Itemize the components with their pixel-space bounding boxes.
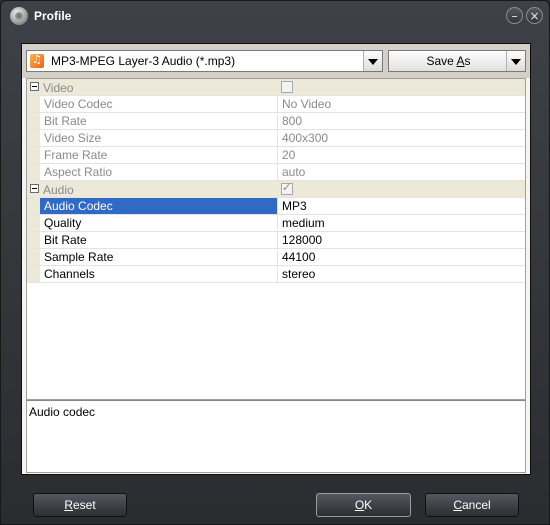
app-logo-icon xyxy=(10,7,28,25)
property-value[interactable]: MP3 xyxy=(278,198,524,214)
profile-panel: MP3-MPEG Layer-3 Audio (*.mp3) Save As V… xyxy=(21,43,531,475)
property-name: Audio Codec xyxy=(40,198,278,214)
property-row[interactable]: Aspect Ratio auto xyxy=(27,164,525,181)
category-video[interactable]: Video xyxy=(27,79,525,96)
property-row[interactable]: Audio Codec MP3 xyxy=(27,198,525,215)
property-row[interactable]: Video Size 400x300 xyxy=(27,130,525,147)
property-value[interactable]: 44100 xyxy=(278,249,524,265)
property-value[interactable]: 20 xyxy=(278,147,524,163)
profile-window: Profile – × MP3-MPEG Layer-3 Audio (*.mp… xyxy=(0,0,550,525)
row-gutter xyxy=(27,113,40,129)
property-name: Bit Rate xyxy=(40,232,278,248)
row-gutter xyxy=(27,215,40,231)
row-gutter xyxy=(27,96,40,112)
profile-toolbar: MP3-MPEG Layer-3 Audio (*.mp3) Save As xyxy=(22,44,530,78)
row-gutter xyxy=(27,164,40,180)
cancel-button[interactable]: Cancel xyxy=(425,493,519,517)
property-value[interactable]: No Video xyxy=(278,96,524,112)
property-name: Video Size xyxy=(40,130,278,146)
property-row[interactable]: Bit Rate 128000 xyxy=(27,232,525,249)
property-value[interactable]: stereo xyxy=(278,266,524,282)
property-name: Aspect Ratio xyxy=(40,164,278,180)
save-as-label: Save As xyxy=(426,54,471,68)
dialog-footer: Reset OK Cancel xyxy=(1,484,549,524)
chevron-down-icon[interactable] xyxy=(363,51,382,71)
property-value[interactable]: 800 xyxy=(278,113,524,129)
property-value[interactable]: auto xyxy=(278,164,524,180)
row-gutter xyxy=(27,266,40,282)
property-value[interactable]: medium xyxy=(278,215,524,231)
category-video-label: Video xyxy=(43,81,74,95)
property-row[interactable]: Bit Rate 800 xyxy=(27,113,525,130)
row-gutter xyxy=(27,249,40,265)
row-gutter xyxy=(27,147,40,163)
music-note-icon xyxy=(30,53,44,68)
reset-button[interactable]: Reset xyxy=(33,493,127,517)
title-bar[interactable]: Profile – × xyxy=(1,1,549,33)
property-row[interactable]: Sample Rate 44100 xyxy=(27,249,525,266)
minimize-button[interactable]: – xyxy=(506,7,523,24)
row-gutter xyxy=(27,130,40,146)
collapse-video-icon[interactable] xyxy=(30,82,39,91)
property-value[interactable]: 400x300 xyxy=(278,130,524,146)
property-row[interactable]: Quality medium xyxy=(27,215,525,232)
description-panel: Audio codec xyxy=(26,400,526,473)
category-audio-label: Audio xyxy=(43,183,74,197)
property-name: Bit Rate xyxy=(40,113,278,129)
row-gutter xyxy=(27,198,40,214)
profile-dropdown[interactable]: MP3-MPEG Layer-3 Audio (*.mp3) xyxy=(26,50,383,72)
window-title: Profile xyxy=(34,9,72,23)
audio-enable-checkbox[interactable] xyxy=(281,181,293,195)
property-row[interactable]: Channels stereo xyxy=(27,266,525,283)
ok-button[interactable]: OK xyxy=(316,493,411,517)
property-row[interactable]: Frame Rate 20 xyxy=(27,147,525,164)
property-name: Sample Rate xyxy=(40,249,278,265)
video-enable-checkbox[interactable] xyxy=(281,81,293,93)
row-gutter xyxy=(27,232,40,248)
description-text: Audio codec xyxy=(29,405,96,419)
property-row[interactable]: Video Codec No Video xyxy=(27,96,525,113)
property-name: Video Codec xyxy=(40,96,278,112)
property-grid: Video Video Codec No Video Bit Rate 800 … xyxy=(26,78,526,400)
collapse-audio-icon[interactable] xyxy=(30,184,39,193)
property-name: Frame Rate xyxy=(40,147,278,163)
save-as-chevron-down-icon[interactable] xyxy=(506,51,525,71)
property-name: Channels xyxy=(40,266,278,282)
save-as-button[interactable]: Save As xyxy=(388,50,526,72)
property-name: Quality xyxy=(40,215,278,231)
profile-dropdown-value: MP3-MPEG Layer-3 Audio (*.mp3) xyxy=(51,54,236,68)
close-button[interactable]: × xyxy=(526,7,543,24)
property-value[interactable]: 128000 xyxy=(278,232,524,248)
category-audio[interactable]: Audio xyxy=(27,181,525,198)
